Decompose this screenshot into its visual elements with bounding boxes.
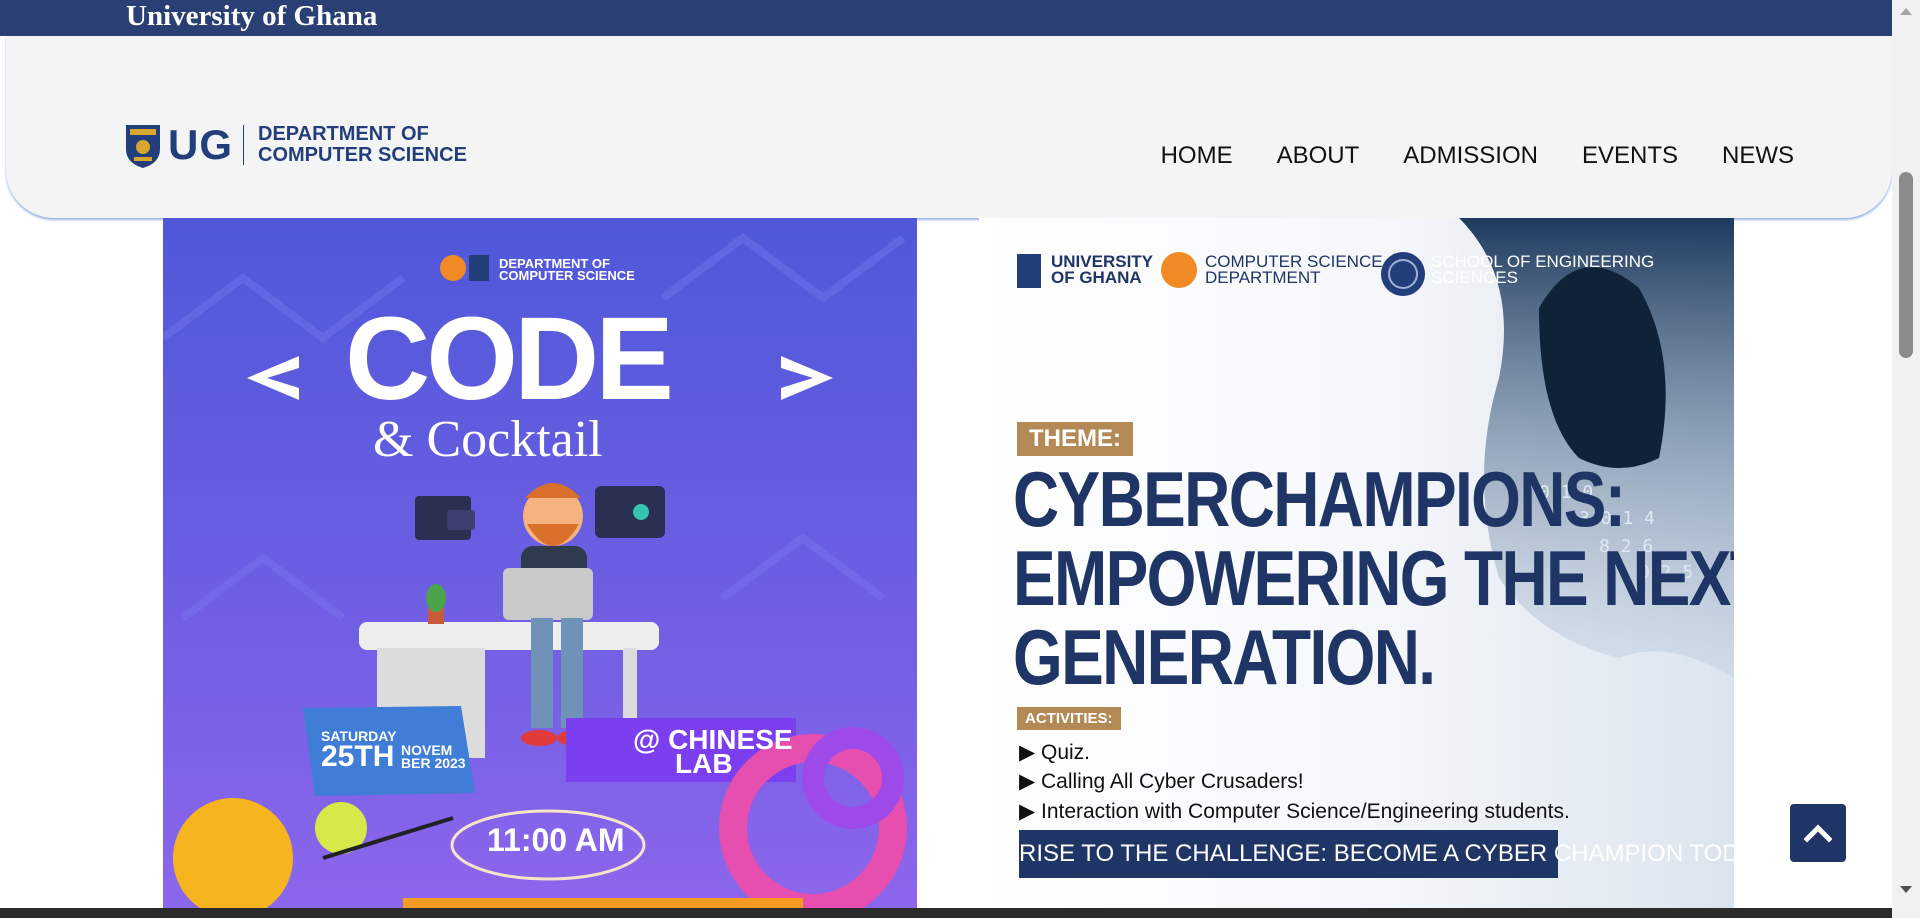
poster1-date: 25TH	[321, 740, 395, 773]
scroll-up-arrow-icon[interactable]	[1900, 8, 1912, 15]
logo-abbr: UG	[168, 121, 233, 168]
top-bar: University of Ghana	[0, 0, 1892, 36]
poster2-headline: CYBERCHAMPIONS: EMPOWERING THE NEXT GENE…	[1013, 460, 1734, 697]
nav-about[interactable]: ABOUT	[1277, 142, 1360, 170]
department-logo[interactable]: UG DEPARTMENT OF COMPUTER SCIENCE	[124, 120, 467, 170]
poster2-headline-line1: CYBERCHAMPIONS:	[1013, 455, 1626, 543]
poster2-cta-banner: RISE TO THE CHALLENGE: BECOME A CYBER CH…	[1019, 830, 1734, 878]
main-nav: HOME ABOUT ADMISSION EVENTS NEWS	[1161, 142, 1794, 170]
vertical-scrollbar[interactable]	[1892, 0, 1920, 918]
chevron-up-icon	[1804, 824, 1832, 843]
poster2-ug-line2: OF GHANA	[1051, 268, 1142, 287]
nav-news[interactable]: NEWS	[1722, 142, 1794, 170]
poster2-activity-item: ▶ Quiz.	[1019, 741, 1090, 764]
scroll-down-arrow-icon[interactable]	[1900, 886, 1912, 893]
scrollbar-thumb[interactable]	[1899, 172, 1913, 358]
poster1-venue-line2: LAB	[675, 748, 733, 779]
poster1-title: CODE	[345, 293, 674, 425]
scroll-to-top-button[interactable]	[1790, 804, 1846, 862]
nav-admission[interactable]: ADMISSION	[1403, 142, 1538, 170]
site-header: UG DEPARTMENT OF COMPUTER SCIENCE HOME A…	[6, 36, 1892, 218]
poster2-headline-line2: EMPOWERING THE NEXT	[1013, 534, 1734, 622]
poster1-time: 11:00 AM	[487, 822, 625, 858]
poster2-activities-label: ACTIVITIES:	[1017, 707, 1121, 730]
poster1-dept-line2: COMPUTER SCIENCE	[499, 268, 635, 283]
poster2-headline-line3: GENERATION.	[1013, 613, 1436, 701]
university-title: University of Ghana	[126, 0, 378, 32]
logo-department: DEPARTMENT OF COMPUTER SCIENCE	[258, 124, 467, 166]
page: University of Ghana UG DEPARTMENT OF COM…	[0, 0, 1920, 918]
poster2-activity-item: ▶ Calling All Cyber Crusaders!	[1019, 770, 1304, 793]
nav-home[interactable]: HOME	[1161, 142, 1233, 170]
poster1-subtitle: & Cocktail	[373, 411, 603, 468]
poster2-ug-logo-text: UNIVERSITY OF GHANA	[1051, 253, 1153, 287]
poster1-department: DEPARTMENT OF COMPUTER SCIENCE	[499, 257, 635, 283]
code-cocktail-poster[interactable]: DEPARTMENT OF COMPUTER SCIENCE CODE & Co…	[163, 218, 917, 908]
poster2-theme-label: THEME:	[1017, 422, 1133, 456]
cyberchampions-poster[interactable]: 0 1 0 3 0 1 4 8 2 6 0 2 5 UNIVERSITY OF …	[979, 218, 1734, 908]
poster2-activity-item: ▶ Interaction with Computer Science/Engi…	[1019, 800, 1570, 823]
poster1-venue: @ CHINESE LAB	[633, 726, 793, 779]
bottom-edge-strip	[0, 908, 1892, 918]
poster2-soe-logo-text: SCHOOL OF ENGINEERING SCIENCES	[1431, 253, 1654, 287]
ug-crest-icon	[126, 125, 160, 168]
poster1-month-line2: BER 2023	[401, 755, 466, 771]
poster2-soe-line2: SCIENCES	[1431, 268, 1518, 287]
logo-divider	[243, 125, 244, 165]
nav-events[interactable]: EVENTS	[1582, 142, 1678, 170]
poster1-month: NOVEM BER 2023	[401, 743, 466, 771]
poster2-csd-line2: DEPARTMENT	[1205, 268, 1321, 287]
logo-dept-line2: COMPUTER SCIENCE	[258, 144, 467, 166]
poster2-csd-logo-text: COMPUTER SCIENCE DEPARTMENT	[1205, 253, 1383, 287]
logo-dept-line1: DEPARTMENT OF	[258, 123, 429, 145]
